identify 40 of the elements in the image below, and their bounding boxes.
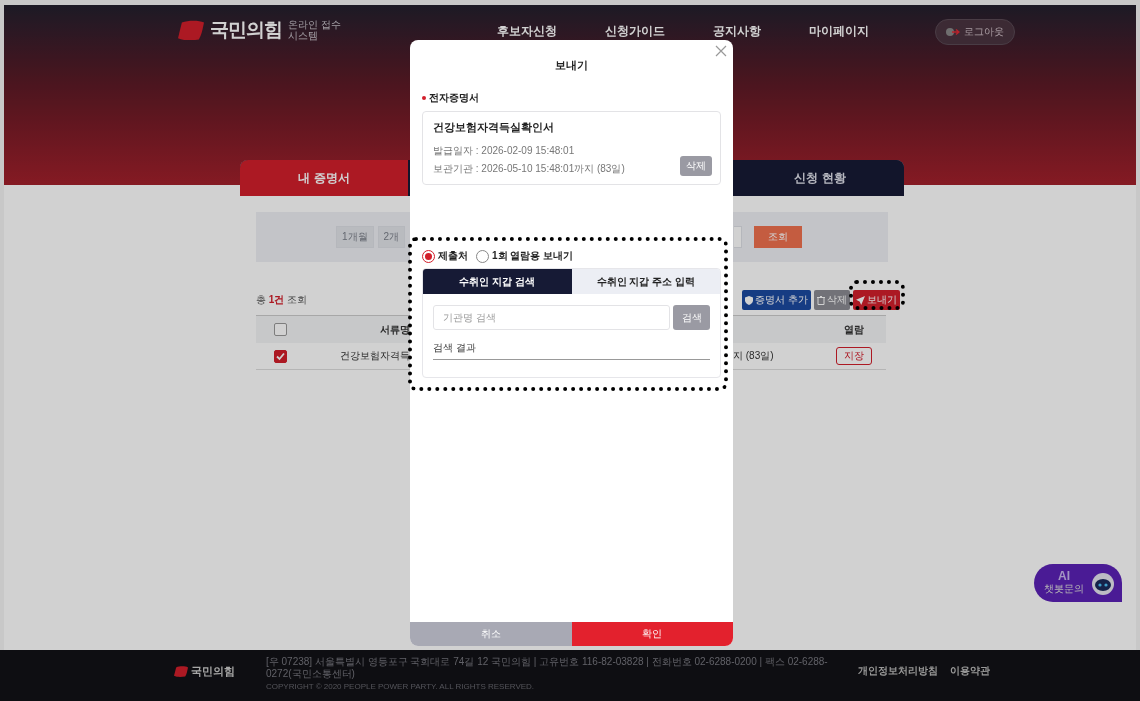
retention-date: 보관기관 : 2026-05-10 15:48:01까지 (83일)	[433, 162, 626, 176]
radio-option[interactable]: 제출처	[422, 249, 468, 263]
section-label: 전자증명서	[429, 91, 479, 105]
footer-logo-text: 국민의힘	[191, 664, 235, 679]
logo-text: 국민의힘	[210, 18, 282, 42]
tab[interactable]: 수취인 지갑 검색	[423, 269, 572, 294]
send-button[interactable]: 보내기	[853, 290, 900, 310]
footer-link[interactable]: 개인정보처리방침	[858, 664, 938, 678]
add-button[interactable]: 증명서 추가	[742, 290, 811, 310]
result-count: 총 1건 조회	[256, 293, 308, 307]
issue-date: 발급일자 : 2026-02-09 15:48:01	[433, 144, 576, 158]
table-cell: 건강보험자격득	[340, 349, 410, 363]
tab[interactable]: 수취인 지갑 주소 입력	[571, 269, 720, 294]
radio-option[interactable]: 1회 열람용 보내기	[476, 249, 574, 263]
chatbot-title: AI	[1058, 570, 1070, 582]
certificate-name: 건강보험자격득실확인서	[433, 121, 555, 135]
nav-link[interactable]: 공지사항	[713, 23, 761, 40]
table-cell: 지 (83일)	[733, 350, 774, 361]
search-field[interactable]: 기관명 검색	[433, 305, 670, 330]
view-button[interactable]: 지장	[835, 347, 872, 365]
results-label: 검색 결과	[433, 341, 710, 360]
chatbot-button[interactable]: AI 챗봇문의	[1034, 564, 1122, 602]
period-button[interactable]: 2개	[377, 226, 406, 248]
period-button[interactable]: 1개월	[336, 226, 374, 248]
query-button[interactable]: 조회	[754, 226, 802, 248]
nav-link[interactable]: 마이페이지	[809, 23, 869, 40]
nav-link[interactable]: 신청가이드	[605, 23, 665, 40]
footer-address: [우 07238] 서울특별시 영등포구 국회대로 74길 12 국민의힘 | 고유번호 116-82-03828 | 전화번호 02-6288-0200 | 팩스 02-6288-0272(국민소통센터)	[266, 656, 829, 680]
column-header: 열람	[843, 322, 864, 337]
copyright-text: COPYRIGHT © 2020 PEOPLE POWER PARTY. ALL RIGHTS RESERVED.	[266, 682, 536, 691]
logout-button[interactable]: 로그아웃	[935, 19, 1015, 45]
footer-link[interactable]: 이용약관	[950, 664, 990, 678]
logo-subtitle: 온라인 접수 시스템	[288, 18, 341, 42]
delete-button[interactable]: 삭제	[814, 290, 850, 310]
tab[interactable]: 내 증명서	[240, 160, 408, 196]
nav-link[interactable]: 후보자신청	[497, 23, 557, 40]
confirm-button[interactable]: 확인	[571, 622, 733, 646]
chatbot-label: 챗봇문의	[1044, 582, 1084, 596]
dialog-title: 보내기	[554, 58, 589, 73]
column-header: 서류명	[380, 322, 410, 337]
